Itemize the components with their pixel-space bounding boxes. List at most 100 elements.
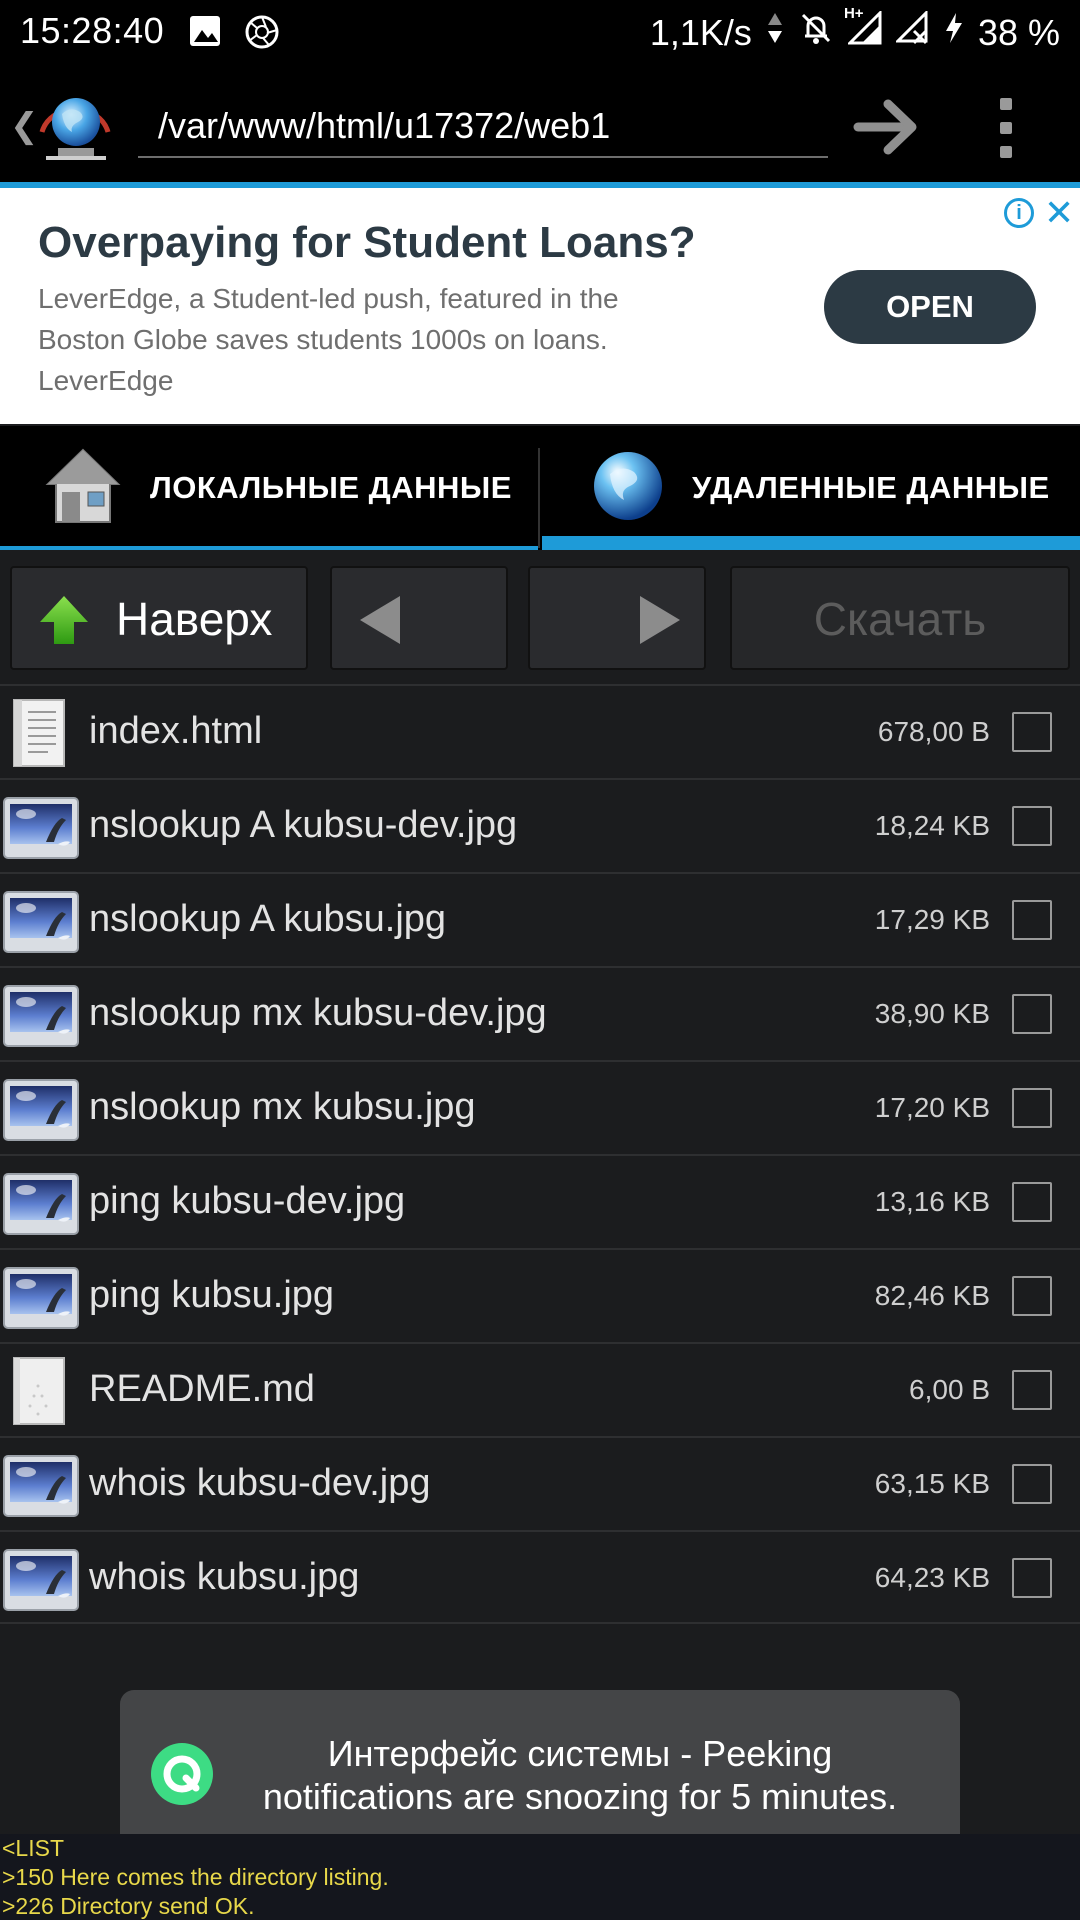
file-name: nslookup mx kubsu.jpg (89, 1086, 476, 1128)
image-file-icon (2, 1262, 80, 1332)
file-list: index.html 678,00 B nslookup A kubsu-dev.… (0, 684, 1080, 1624)
ad-description: LeverEdge, a Student-led push, featured … (38, 283, 619, 355)
net-speed: 1,1K/s (649, 11, 752, 53)
next-button[interactable] (528, 566, 706, 670)
ad-advertiser: LeverEdge (38, 365, 174, 396)
file-checkbox[interactable] (1012, 1182, 1052, 1222)
bell-off-icon (798, 10, 834, 55)
file-size: 63,15 KB (874, 1468, 990, 1499)
log-line: >226 Directory send OK. (2, 1893, 255, 1919)
file-checkbox[interactable] (1012, 1370, 1052, 1410)
triangle-right-icon (638, 594, 682, 651)
file-size: 678,00 B (877, 716, 990, 747)
image-file-icon (2, 980, 80, 1050)
file-row[interactable]: ping kubsu.jpg 82,46 KB (0, 1248, 1080, 1342)
aperture-icon (244, 14, 280, 59)
address-bar: ❮ /var/www/html/u17372/web1 (0, 64, 1080, 186)
file-row[interactable]: nslookup mx kubsu-dev.jpg 38,90 KB (0, 966, 1080, 1060)
file-size: 64,23 KB (874, 1562, 990, 1593)
file-name: whois kubsu-dev.jpg (89, 1462, 431, 1504)
prev-button[interactable] (330, 566, 508, 670)
blank-document-icon (8, 1356, 86, 1426)
file-name: whois kubsu.jpg (89, 1556, 360, 1598)
file-size: 17,20 KB (874, 1092, 990, 1123)
image-icon (188, 14, 222, 57)
ad-body: LeverEdge, a Student-led push, featured … (38, 278, 698, 401)
file-checkbox[interactable] (1012, 1558, 1052, 1598)
image-file-icon (2, 1544, 80, 1614)
triangle-left-icon (358, 594, 402, 651)
tab-local-label: ЛОКАЛЬНЫЕ ДАННЫЕ (150, 470, 512, 505)
image-file-icon (2, 1074, 80, 1144)
go-arrow-icon[interactable] (852, 96, 922, 158)
image-file-icon (2, 792, 80, 862)
image-file-icon (2, 1450, 80, 1520)
tab-remote-underline (542, 536, 1080, 550)
file-row[interactable]: README.md 6,00 B (0, 1342, 1080, 1436)
image-file-icon (2, 886, 80, 956)
ad-title[interactable]: Overpaying for Student Loans? (38, 218, 696, 268)
file-row[interactable]: nslookup A kubsu-dev.jpg 18,24 KB (0, 778, 1080, 872)
signal-icon: H+ (844, 5, 882, 54)
up-arrow-icon (38, 594, 90, 651)
file-size: 17,29 KB (874, 904, 990, 935)
file-size: 82,46 KB (874, 1280, 990, 1311)
file-name: nslookup mx kubsu-dev.jpg (89, 992, 547, 1034)
ad-close-icon[interactable]: ✕ (1044, 192, 1074, 234)
file-name: ping kubsu.jpg (89, 1274, 335, 1316)
ad-info-icon[interactable]: i (1004, 198, 1034, 228)
download-button-label: Скачать (813, 593, 987, 645)
tab-remote-label: УДАЛЕННЫЕ ДАННЫЕ (692, 470, 1050, 505)
signal-no-sim-icon (894, 9, 930, 54)
file-checkbox[interactable] (1012, 900, 1052, 940)
battery-level: 38 % (977, 11, 1060, 53)
path-input[interactable]: /var/www/html/u17372/web1 (138, 100, 828, 158)
toolbar: Наверх Скачать (0, 550, 1080, 680)
file-size: 38,90 KB (874, 998, 990, 1029)
download-button[interactable]: Скачать (730, 566, 1070, 670)
log-line: >150 Here comes the directory listing. (2, 1864, 389, 1890)
status-time: 15:28:40 (20, 10, 165, 51)
tab-remote-data[interactable]: УДАЛЕННЫЕ ДАННЫЕ (540, 426, 1080, 550)
up-button[interactable]: Наверх (10, 566, 308, 670)
globe-logo-icon[interactable] (34, 88, 118, 162)
file-row[interactable]: nslookup A kubsu.jpg 17,29 KB (0, 872, 1080, 966)
file-checkbox[interactable] (1012, 806, 1052, 846)
ftp-log: <LIST >150 Here comes the directory list… (0, 1834, 1080, 1920)
file-checkbox[interactable] (1012, 712, 1052, 752)
file-size: 6,00 B (909, 1374, 990, 1405)
file-row[interactable]: nslookup mx kubsu.jpg 17,20 KB (0, 1060, 1080, 1154)
tab-bar: ЛОКАЛЬНЫЕ ДАННЫЕ УДАЛЕННЫЕ ДАННЫЕ (0, 426, 1080, 550)
file-row[interactable]: index.html 678,00 B (0, 684, 1080, 778)
ad-open-button[interactable]: OPEN (824, 270, 1036, 344)
ad-banner[interactable]: Overpaying for Student Loans? LeverEdge,… (0, 188, 1080, 424)
file-checkbox[interactable] (1012, 1464, 1052, 1504)
up-button-label: Наверх (116, 593, 273, 645)
file-name: nslookup A kubsu.jpg (89, 898, 447, 940)
file-row[interactable]: whois kubsu.jpg 64,23 KB (0, 1530, 1080, 1624)
toast-notification: Интерфейс системы - Peeking notification… (120, 1690, 960, 1856)
data-activity-icon (766, 11, 784, 54)
charging-icon (944, 11, 964, 54)
network-type: H+ (843, 5, 864, 22)
file-name: README.md (89, 1368, 315, 1410)
overflow-menu-icon[interactable] (996, 98, 1016, 158)
file-row[interactable]: ping kubsu-dev.jpg 13,16 KB (0, 1154, 1080, 1248)
file-size: 18,24 KB (874, 810, 990, 841)
tab-local-data[interactable]: ЛОКАЛЬНЫЕ ДАННЫЕ (0, 426, 540, 550)
toast-message: Интерфейс системы - Peeking notification… (262, 1733, 898, 1817)
file-checkbox[interactable] (1012, 1088, 1052, 1128)
log-line: <LIST (2, 1835, 65, 1861)
file-checkbox[interactable] (1012, 994, 1052, 1034)
image-file-icon (2, 1168, 80, 1238)
file-row[interactable]: whois kubsu-dev.jpg 63,15 KB (0, 1436, 1080, 1530)
status-bar: 15:28:40 1,1K/s H+ 38 % (0, 0, 1080, 64)
file-checkbox[interactable] (1012, 1276, 1052, 1316)
file-size: 13,16 KB (874, 1186, 990, 1217)
globe-icon (590, 448, 666, 529)
file-name: ping kubsu-dev.jpg (89, 1180, 406, 1222)
file-name: nslookup A kubsu-dev.jpg (89, 804, 518, 846)
android-q-icon (150, 1742, 214, 1806)
document-file-icon (8, 698, 86, 768)
house-icon (44, 446, 122, 531)
